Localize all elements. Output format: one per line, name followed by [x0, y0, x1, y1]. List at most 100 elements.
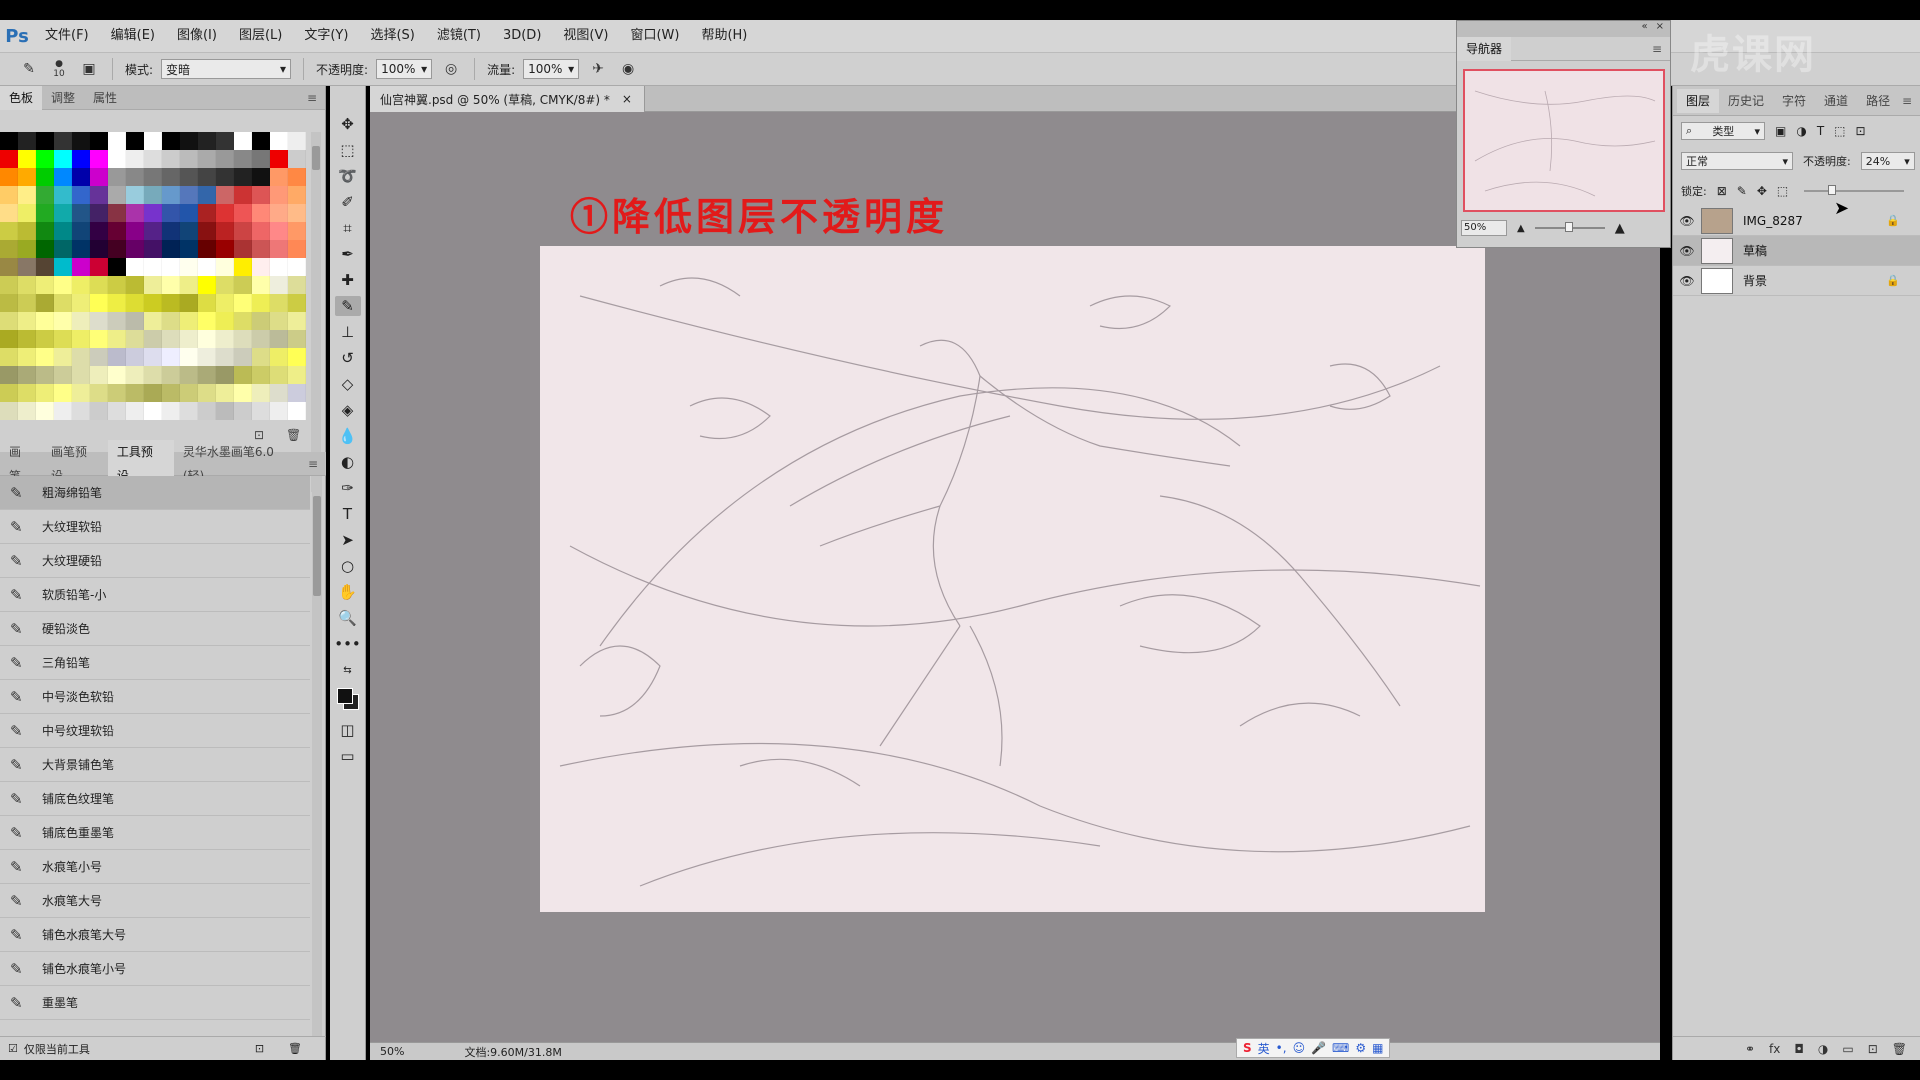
microphone-icon[interactable]: 🎤	[1311, 1041, 1326, 1055]
color-swatch[interactable]	[162, 186, 180, 204]
swatches-scrollbar[interactable]	[311, 132, 321, 492]
color-swatch[interactable]	[36, 276, 54, 294]
color-swatch[interactable]	[162, 276, 180, 294]
color-swatch[interactable]	[288, 222, 306, 240]
color-swatch[interactable]	[72, 204, 90, 222]
color-swatch[interactable]	[18, 330, 36, 348]
color-swatch[interactable]	[36, 348, 54, 366]
preset-item[interactable]: ✎ 大纹理软铅	[0, 510, 310, 544]
color-swatch[interactable]	[108, 150, 126, 168]
color-swatch[interactable]	[234, 150, 252, 168]
color-swatch[interactable]	[234, 348, 252, 366]
color-swatch[interactable]	[270, 240, 288, 258]
menu-type[interactable]: 文字(Y)	[293, 20, 359, 52]
menu-help[interactable]: 帮助(H)	[690, 20, 758, 52]
color-swatch[interactable]	[108, 168, 126, 186]
adjustment-icon[interactable]: ◑	[1818, 1042, 1828, 1056]
foreground-color[interactable]	[336, 688, 353, 704]
color-swatch[interactable]	[270, 366, 288, 384]
layer-filter-select[interactable]: ⌕ 类型 ▾	[1681, 122, 1765, 140]
color-swatch[interactable]	[54, 186, 72, 204]
filter-shape-icon[interactable]: ⬚	[1834, 124, 1845, 138]
color-swatch[interactable]	[36, 258, 54, 276]
color-swatch[interactable]	[288, 312, 306, 330]
color-swatch[interactable]	[180, 294, 198, 312]
color-swatch[interactable]	[198, 168, 216, 186]
color-swatch[interactable]	[162, 402, 180, 420]
color-swatch[interactable]	[126, 276, 144, 294]
color-swatch[interactable]	[126, 258, 144, 276]
color-swatch[interactable]	[144, 348, 162, 366]
color-swatch[interactable]	[144, 168, 162, 186]
color-swatch[interactable]	[216, 132, 234, 150]
color-swatch[interactable]	[72, 330, 90, 348]
color-swatch[interactable]	[90, 150, 108, 168]
color-swatch[interactable]	[270, 384, 288, 402]
color-swatch[interactable]	[72, 348, 90, 366]
brush-size-picker[interactable]: ● 10	[48, 58, 70, 80]
color-swatch[interactable]	[180, 348, 198, 366]
hand-tool-icon[interactable]: ✋	[335, 582, 361, 602]
color-swatch[interactable]	[216, 384, 234, 402]
color-swatch[interactable]	[198, 366, 216, 384]
layer-opacity-input[interactable]: 24% ▾	[1860, 152, 1915, 170]
path-select-tool-icon[interactable]: ➤	[335, 530, 361, 550]
color-swatch[interactable]	[0, 222, 18, 240]
color-swatch[interactable]	[216, 366, 234, 384]
color-swatch[interactable]	[90, 366, 108, 384]
color-swatch[interactable]	[288, 384, 306, 402]
tab-navigator[interactable]: 导航器	[1457, 36, 1512, 61]
color-swatch[interactable]	[54, 150, 72, 168]
brush-tool-icon[interactable]: ✎	[18, 58, 40, 80]
opacity-select[interactable]: 100% ▾	[376, 59, 433, 79]
color-swatch[interactable]	[36, 186, 54, 204]
layer-name[interactable]: IMG_8287	[1743, 214, 1803, 228]
color-swatch[interactable]	[126, 240, 144, 258]
color-swatch[interactable]	[288, 204, 306, 222]
color-swatch[interactable]	[144, 276, 162, 294]
color-swatch[interactable]	[126, 402, 144, 420]
document-tab[interactable]: 仙宫神翼.psd @ 50% (草稿, CMYK/8#) * ×	[370, 86, 645, 112]
healing-tool-icon[interactable]: ✚	[335, 270, 361, 290]
color-swatch[interactable]	[252, 312, 270, 330]
color-swatch[interactable]	[252, 402, 270, 420]
color-swatch[interactable]	[252, 384, 270, 402]
slider-knob[interactable]	[1828, 185, 1837, 195]
color-swatch[interactable]	[90, 132, 108, 150]
screen-mode-icon[interactable]: ▭	[335, 746, 361, 766]
color-swatch[interactable]	[126, 312, 144, 330]
color-swatch[interactable]	[216, 204, 234, 222]
color-swatch[interactable]	[216, 240, 234, 258]
color-swatch[interactable]	[108, 132, 126, 150]
menu-layer[interactable]: 图层(L)	[228, 20, 293, 52]
close-icon[interactable]: ×	[622, 92, 632, 106]
color-swatch[interactable]	[54, 132, 72, 150]
color-swatch[interactable]	[18, 240, 36, 258]
visibility-eye-icon[interactable]: 👁	[1673, 274, 1701, 288]
color-swatch[interactable]	[90, 204, 108, 222]
color-swatch[interactable]	[90, 312, 108, 330]
link-icon[interactable]: ⚭	[1745, 1042, 1755, 1056]
color-swatch[interactable]	[270, 312, 288, 330]
color-swatch[interactable]	[234, 330, 252, 348]
lasso-tool-icon[interactable]: ➰	[335, 166, 361, 186]
scroll-thumb[interactable]	[313, 496, 321, 596]
color-swatch[interactable]	[126, 132, 144, 150]
preset-item[interactable]: ✎ 铺色水痕笔大号	[0, 918, 310, 952]
color-swatch[interactable]	[252, 132, 270, 150]
color-swatch[interactable]	[288, 330, 306, 348]
color-swatch[interactable]	[36, 366, 54, 384]
navigator-zoom-slider[interactable]	[1534, 222, 1605, 232]
color-swatch[interactable]	[18, 258, 36, 276]
new-preset-icon[interactable]: ⊡	[255, 1042, 264, 1055]
color-swatch[interactable]	[252, 294, 270, 312]
color-swatch[interactable]	[54, 348, 72, 366]
color-swatch[interactable]	[36, 168, 54, 186]
color-swatch[interactable]	[18, 348, 36, 366]
color-swatch[interactable]	[288, 240, 306, 258]
color-swatch[interactable]	[90, 294, 108, 312]
color-swatch[interactable]	[36, 150, 54, 168]
color-swatch[interactable]	[288, 168, 306, 186]
color-swatch[interactable]	[252, 366, 270, 384]
preset-item[interactable]: ✎ 铺色水痕笔小号	[0, 952, 310, 986]
